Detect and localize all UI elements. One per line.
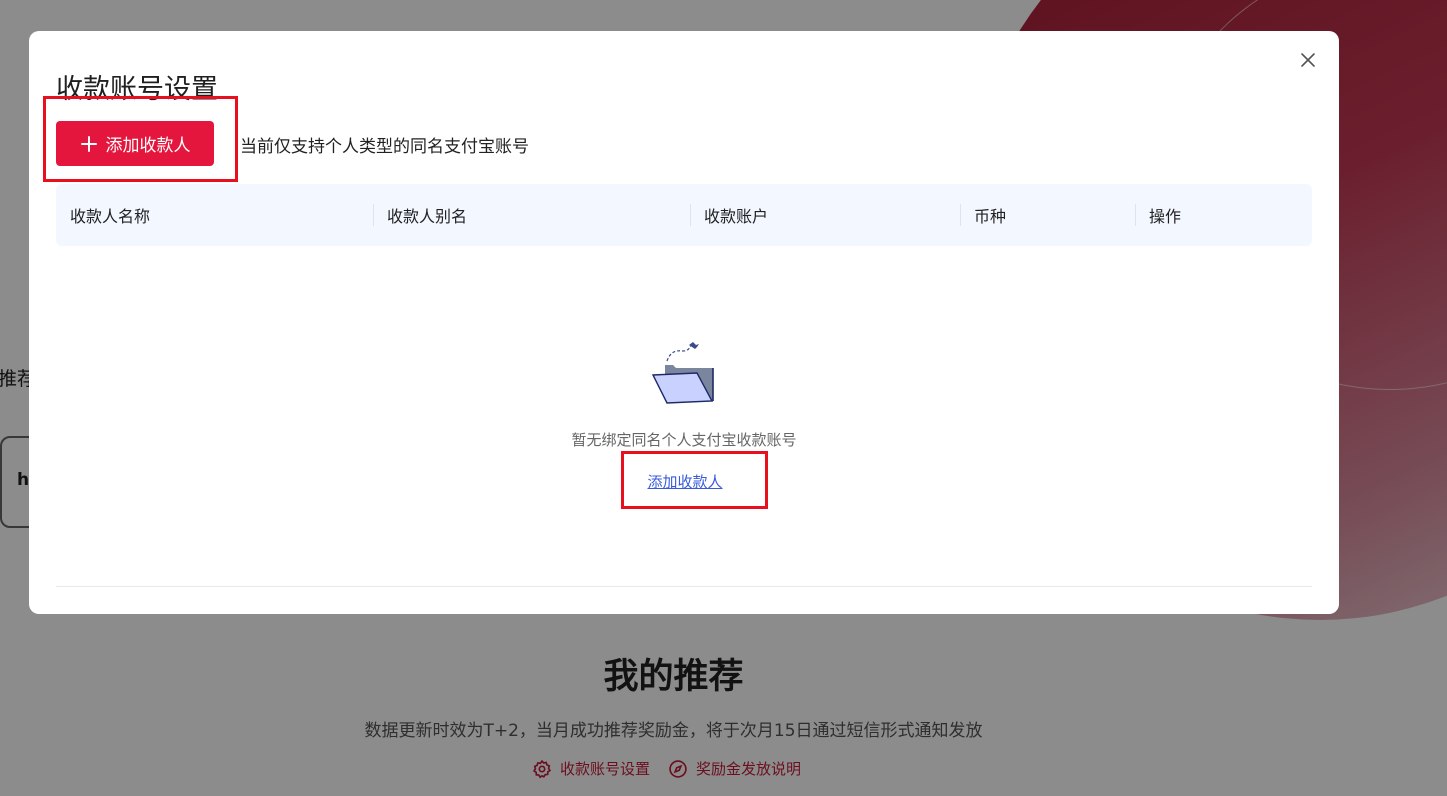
close-icon — [1301, 53, 1315, 67]
payee-table-header: 收款人名称 收款人别名 收款账户 币种 操作 — [56, 184, 1312, 246]
column-header-payee-name: 收款人名称 — [70, 207, 151, 226]
add-payee-button-label: 添加收款人 — [105, 136, 191, 156]
account-settings-modal: 收款账号设置 添加收款人 当前仅支持个人类型的同名支付宝账号 收款人名称 收款人… — [29, 31, 1339, 614]
column-header-currency: 币种 — [974, 207, 1007, 226]
plus-icon — [80, 135, 97, 152]
column-header-payee-alias: 收款人别名 — [387, 207, 468, 226]
add-payee-button[interactable]: 添加收款人 — [56, 121, 214, 166]
column-header-actions: 操作 — [1149, 207, 1182, 226]
column-divider — [690, 204, 691, 226]
column-divider — [373, 204, 374, 226]
empty-state-message: 暂无绑定同名个人支付宝收款账号 — [571, 431, 797, 449]
empty-state-add-payee-link[interactable]: 添加收款人 — [635, 471, 735, 492]
support-hint: 当前仅支持个人类型的同名支付宝账号 — [240, 137, 529, 157]
close-button[interactable] — [1297, 49, 1319, 71]
modal-title: 收款账号设置 — [56, 74, 218, 105]
footer-divider — [56, 586, 1312, 587]
column-divider — [1135, 204, 1136, 226]
empty-folder-illustration — [651, 342, 714, 404]
column-header-account: 收款账户 — [704, 207, 769, 226]
column-divider — [960, 204, 961, 226]
